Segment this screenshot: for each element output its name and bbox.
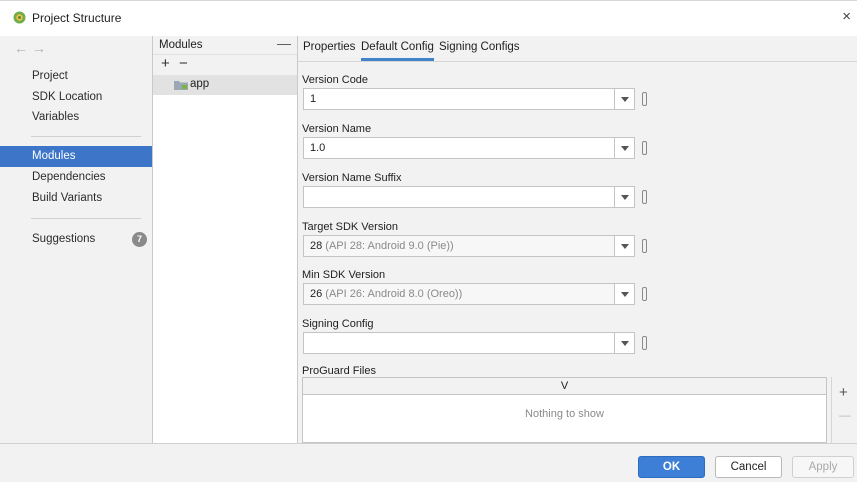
back-arrow-icon[interactable]: ← [14, 40, 32, 56]
module-folder-icon [174, 81, 188, 90]
add-proguard-file-button[interactable]: + [839, 385, 848, 400]
sidebar-item-dependencies[interactable]: Dependencies [0, 167, 152, 188]
sidebar-divider [31, 218, 141, 219]
edit-expression-icon[interactable] [642, 92, 647, 106]
sidebar-item-suggestions[interactable]: Suggestions [0, 229, 152, 250]
target-sdk-value: 28 (API 28: Android 9.0 (Pie)) [310, 240, 454, 252]
module-item-app[interactable]: app [153, 75, 297, 95]
edit-expression-icon[interactable] [642, 287, 647, 301]
module-config-pane: Properties Default Config Signing Config… [298, 36, 857, 443]
add-module-button[interactable]: + [161, 55, 170, 73]
chevron-down-icon[interactable] [614, 187, 634, 207]
ok-button[interactable]: OK [638, 456, 705, 478]
remove-proguard-file-button[interactable]: — [839, 408, 851, 423]
signing-config-label: Signing Config [302, 318, 374, 330]
sidebar-item-project[interactable]: Project [0, 66, 152, 87]
version-code-label: Version Code [302, 74, 369, 86]
edit-expression-icon[interactable] [642, 141, 647, 155]
sidebar-item-modules[interactable]: Modules [0, 146, 152, 167]
tab-signing-configs[interactable]: Signing Configs [439, 41, 520, 58]
chevron-down-icon[interactable] [614, 333, 634, 353]
nav-arrows: ←→ [14, 40, 50, 56]
collapse-panel-icon[interactable]: — [277, 35, 291, 51]
version-code-value: 1 [310, 93, 317, 105]
sidebar: ←→ Project SDK Location Variables Module… [0, 36, 153, 443]
proguard-files-table[interactable]: V Nothing to show [302, 377, 827, 443]
min-sdk-label: Min SDK Version [302, 269, 386, 281]
title-bar: Project Structure × [0, 0, 857, 36]
android-studio-icon [13, 11, 26, 24]
modules-toolbar: + − [153, 55, 297, 75]
modules-panel: Modules — + − app [153, 35, 298, 443]
remove-module-button[interactable]: − [179, 55, 188, 73]
chevron-down-icon[interactable] [614, 284, 634, 304]
proguard-toolbar: + — [831, 377, 857, 443]
edit-expression-icon[interactable] [642, 239, 647, 253]
chevron-down-icon[interactable] [614, 236, 634, 256]
window-title: Project Structure [32, 11, 122, 25]
edit-expression-icon[interactable] [642, 336, 647, 350]
proguard-files-label: ProGuard Files [302, 365, 376, 377]
close-icon[interactable]: × [842, 9, 851, 24]
tab-bar: Properties Default Config Signing Config… [298, 36, 857, 62]
version-code-field[interactable]: 1 [303, 88, 635, 110]
modules-header: Modules — [153, 35, 297, 55]
version-name-field[interactable]: 1.0 [303, 137, 635, 159]
tab-default-config[interactable]: Default Config [361, 41, 434, 61]
modules-header-label: Modules [159, 39, 203, 51]
target-sdk-field[interactable]: 28 (API 28: Android 9.0 (Pie)) [303, 235, 635, 257]
sidebar-divider [31, 136, 141, 137]
suggestions-count-badge: 7 [132, 232, 147, 247]
forward-arrow-icon[interactable]: → [32, 40, 50, 56]
sidebar-item-sdk-location[interactable]: SDK Location [0, 87, 152, 108]
chevron-down-icon[interactable] [614, 138, 634, 158]
sidebar-item-variables[interactable]: Variables [0, 107, 152, 128]
chevron-down-icon[interactable] [614, 89, 634, 109]
empty-state-text: Nothing to show [525, 408, 604, 420]
apply-button[interactable]: Apply [792, 456, 854, 478]
table-column-header[interactable]: V [303, 378, 826, 395]
tab-properties[interactable]: Properties [303, 41, 355, 58]
target-sdk-label: Target SDK Version [302, 221, 398, 233]
dialog-footer: OK Cancel Apply [0, 443, 857, 482]
signing-config-field[interactable] [303, 332, 635, 354]
module-name: app [190, 78, 210, 90]
min-sdk-field[interactable]: 26 (API 26: Android 8.0 (Oreo)) [303, 283, 635, 305]
version-name-label: Version Name [302, 123, 372, 135]
version-name-suffix-label: Version Name Suffix [302, 172, 402, 184]
edit-expression-icon[interactable] [642, 190, 647, 204]
sidebar-item-build-variants[interactable]: Build Variants [0, 188, 152, 209]
cancel-button[interactable]: Cancel [715, 456, 782, 478]
version-name-suffix-field[interactable] [303, 186, 635, 208]
min-sdk-value: 26 (API 26: Android 8.0 (Oreo)) [310, 288, 463, 300]
version-name-value: 1.0 [310, 142, 326, 154]
